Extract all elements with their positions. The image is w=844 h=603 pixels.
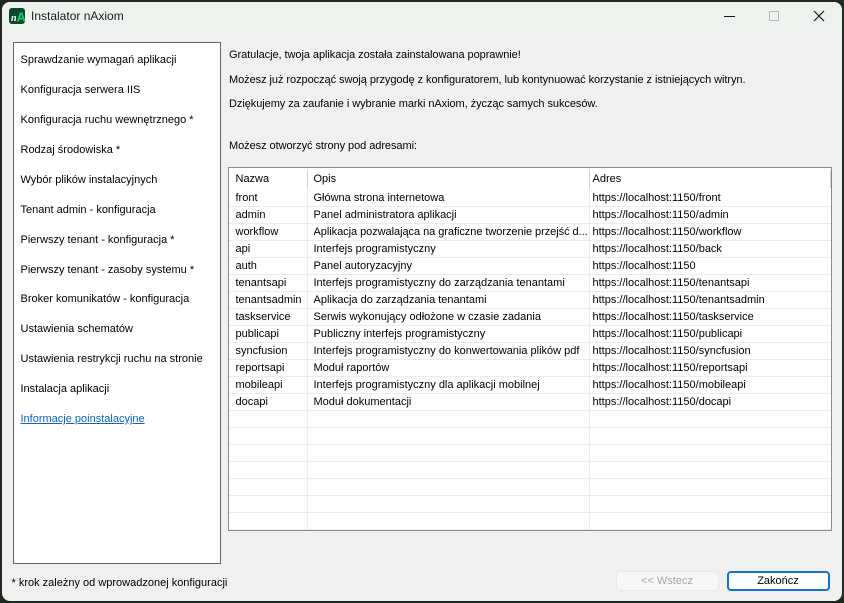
svg-text:A: A: [17, 9, 26, 24]
